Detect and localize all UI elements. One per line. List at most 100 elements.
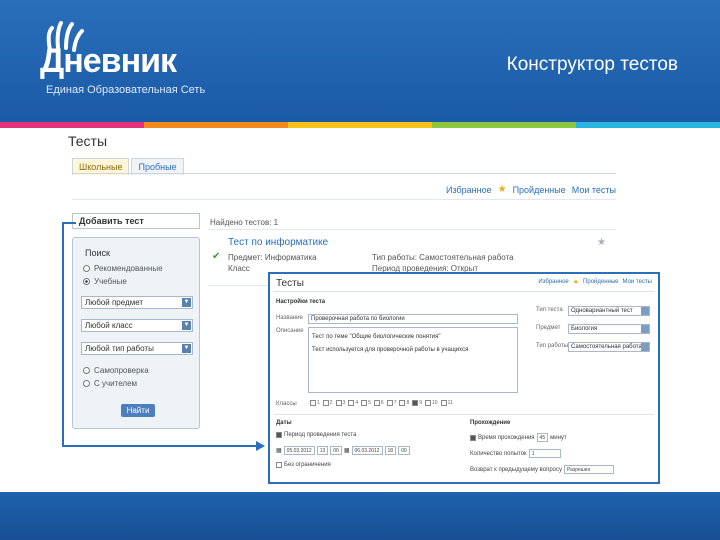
arrow-right-icon [256,441,265,451]
top-links: Избранное ★ Пройденные Мои тесты [446,184,616,195]
class-checkbox[interactable]: 9 [412,400,422,406]
found-count: Найдено тестов: 1 [210,218,279,227]
name-input[interactable]: Проверочная работа по биологии [308,314,518,324]
radio-icon[interactable] [83,367,90,374]
chevron-down-icon: ▼ [182,321,191,330]
result-work-type: Тип работы: Самостоятельная работа [372,253,514,262]
class-checkbox[interactable]: 2 [322,400,333,406]
class-number: 9 [419,400,423,406]
description-textarea[interactable]: Тест по теме "Общие биологические поняти… [308,327,518,393]
subject-select[interactable]: Любой предмет ▼ [81,296,193,309]
class-number: 3 [342,400,346,406]
test-type-select[interactable]: Одновариантный тест [568,306,650,316]
checkbox-icon[interactable] [386,400,393,406]
checkbox-icon[interactable] [310,400,316,406]
minutes-label: минут [550,434,567,441]
attempts-select[interactable]: 1 [528,449,561,458]
date-range-row: ▦ 05.03.2012 13 00 ▦ 06.03.2012 18 00 [276,446,410,455]
description-label: Описание [276,328,304,334]
unlimited-checkbox-row[interactable]: Без ограничения [276,462,331,468]
divider [208,229,616,230]
stripe-segment [288,122,432,128]
date-to-input[interactable]: 06.03.2012 [351,446,383,455]
logo-subtitle: Единая Образовательная Сеть [46,84,206,96]
checkbox-icon[interactable] [335,400,342,406]
name-label: Название [276,315,303,321]
radio-recommended[interactable]: Рекомендованные [83,264,163,273]
class-checkbox[interactable]: 10 [425,400,438,406]
passed-link[interactable]: Пройденные [583,279,618,285]
result-title-link[interactable]: Тест по информатике [228,237,328,248]
class-number: 4 [355,400,359,406]
time-limit-input[interactable]: 45 [536,433,549,442]
search-panel: Поиск Рекомендованные Учебные Любой пред… [72,237,200,429]
slide-header: Дневник Единая Образовательная Сеть Конс… [0,0,720,122]
minute-to-input[interactable]: 00 [398,446,410,455]
checkbox-icon[interactable] [361,400,368,406]
add-test-button[interactable]: Добавить тест [72,213,200,229]
class-checkbox[interactable]: 7 [386,400,396,406]
class-checkbox[interactable]: 6 [373,400,384,406]
class-checkbox[interactable]: 11 [440,400,453,406]
description-line: Тест используется для проверочной работы… [312,347,469,353]
divider [274,291,654,292]
return-select[interactable]: Разрешен [564,465,615,474]
slide-title: Конструктор тестов [506,54,678,75]
class-select[interactable]: Любой класс ▼ [81,319,193,332]
chevron-down-icon: ▼ [182,298,191,307]
subject-select[interactable]: Биология [568,324,650,334]
period-checkbox-row[interactable]: Период проведения теста [276,432,356,438]
passed-link[interactable]: Пройденные [513,185,566,195]
calendar-icon[interactable]: ▦ [276,447,282,454]
checkbox-icon[interactable] [373,400,380,406]
hour-to-input[interactable]: 18 [384,446,397,455]
page-title: Тесты [68,133,108,149]
checkbox-icon[interactable] [399,400,406,406]
work-type-select[interactable]: Самостоятельная работа [568,342,650,352]
checkbox-icon[interactable] [470,434,476,441]
minute-from-input[interactable]: 00 [330,446,342,455]
class-checkbox[interactable]: 4 [348,400,358,406]
settings-section-heading: Настройки теста [276,299,326,305]
tab-divider [72,173,616,174]
radio-icon[interactable] [83,278,90,285]
radio-self-check[interactable]: Самопроверка [83,366,149,375]
radio-educational[interactable]: Учебные [83,277,127,286]
stripe-segment [576,122,720,128]
work-type-select[interactable]: Любой тип работы ▼ [81,342,193,355]
dates-section-heading: Даты [276,420,292,426]
class-number: 6 [380,400,384,406]
attempts-label: Количество попыток [470,450,527,457]
class-checkbox[interactable]: 5 [361,400,371,406]
checkbox-icon[interactable] [322,400,329,406]
class-checkbox[interactable]: 8 [399,400,409,406]
divider [208,285,268,286]
date-from-input[interactable]: 05.03.2012 [283,446,315,455]
radio-icon[interactable] [83,265,90,272]
checkbox-icon[interactable] [276,432,282,438]
favorites-link[interactable]: Избранное [538,279,568,285]
star-icon[interactable]: ★ [597,237,606,248]
calendar-icon[interactable]: ▦ [344,447,350,454]
connector-line [62,222,64,447]
subject-value: Биология [571,326,598,332]
my-tests-link[interactable]: Мои тесты [623,279,653,285]
hour-from-input[interactable]: 13 [316,446,329,455]
chevron-down-icon [641,307,649,315]
favorites-link[interactable]: Избранное [446,185,492,195]
stripe-segment [432,122,576,128]
checkbox-icon[interactable] [440,400,447,406]
subject-select-value: Любой предмет [85,298,144,307]
class-checkbox[interactable]: 1 [310,400,320,406]
find-button[interactable]: Найти [121,404,155,417]
checkbox-icon[interactable] [276,462,282,468]
classes-checkboxes: 1 2 3 4 5 6 7 8 9 10 11 [310,400,453,406]
checkbox-icon[interactable] [348,400,355,406]
checkbox-icon[interactable] [412,400,419,406]
my-tests-link[interactable]: Мои тесты [572,185,616,195]
checkbox-icon[interactable] [425,400,432,406]
radio-with-teacher[interactable]: С учителем [83,379,137,388]
test-type-value: Одновариантный тест [571,308,633,314]
class-checkbox[interactable]: 3 [335,400,346,406]
radio-icon[interactable] [83,380,90,387]
